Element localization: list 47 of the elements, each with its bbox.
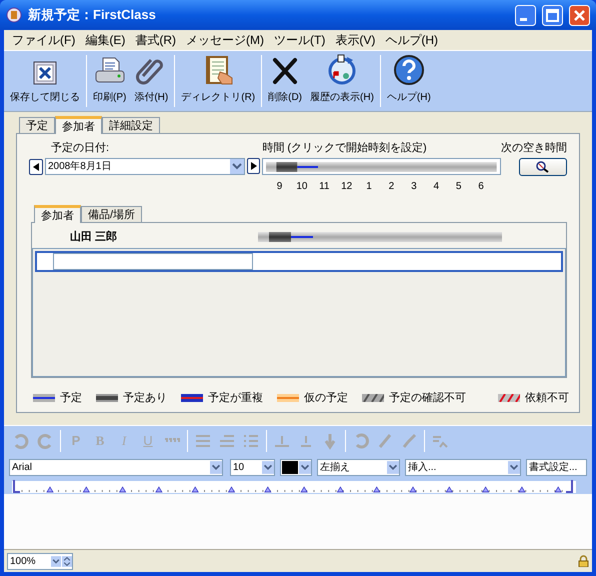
menu-item[interactable]: ツール(T)	[269, 31, 330, 49]
tab[interactable]: 備品/場所	[81, 206, 142, 222]
hour-label: 2	[388, 180, 396, 194]
legend-label: 予定あり	[123, 390, 167, 406]
tab[interactable]: 参加者	[34, 205, 81, 223]
font-dropdown[interactable]: Arial	[9, 458, 223, 476]
toolbar-button[interactable]: 添付(H)	[130, 51, 172, 111]
style-dropdown[interactable]: 書式設定...	[526, 458, 587, 476]
tab[interactable]: 予定	[19, 117, 55, 133]
tab[interactable]: 詳細設定	[102, 117, 160, 133]
toolbar-button[interactable]: 印刷(P)	[89, 51, 130, 111]
tab[interactable]: 参加者	[55, 116, 102, 134]
toolbar-button[interactable]: ディレクトリ(R)	[177, 51, 260, 111]
hour-label: 4	[432, 180, 440, 194]
window-title: 新規予定：FirstClass	[28, 6, 157, 24]
toolbar-button[interactable]: 履歴の表示(H)	[306, 51, 378, 111]
legend-label: 依頼不可	[525, 391, 569, 406]
menu-item[interactable]: ファイル(F)	[7, 31, 80, 49]
hour-label: 6	[477, 180, 485, 194]
date-label: 予定の日付:	[50, 140, 110, 154]
hour-label: 1	[365, 180, 373, 194]
zoom-field[interactable]: 100%	[7, 552, 73, 570]
menu-item[interactable]: ヘルプ(H)	[380, 31, 443, 49]
menu-item[interactable]: 書式(R)	[130, 31, 181, 49]
menu-item[interactable]: 編集(E)	[80, 31, 130, 49]
toolbar-button[interactable]: ヘルプ(H)	[382, 51, 435, 111]
legend-label: 予定が重複	[208, 390, 263, 406]
time-label: 時間 (クリックで開始時刻を設定)	[262, 140, 428, 154]
next-free-time-label: 次の空き時間	[501, 140, 567, 154]
menu-item[interactable]: 表示(V)	[330, 31, 380, 49]
hour-label: 12	[340, 180, 354, 194]
legend-label: 仮の予定	[304, 390, 348, 406]
legend-label: 予定の確認不可	[389, 390, 466, 406]
toolbar-button[interactable]: 保存して閉じる	[6, 51, 84, 111]
size-dropdown[interactable]: 10	[230, 458, 275, 476]
legend-label: 予定	[60, 390, 82, 406]
hour-label: 9	[276, 180, 284, 194]
hour-label: 10	[295, 180, 308, 194]
hour-label: 11	[318, 180, 330, 194]
attendee-name: 山田 三郎	[69, 230, 118, 245]
alignment-dropdown[interactable]: 左揃え	[317, 458, 400, 476]
insert-dropdown[interactable]: 挿入...	[405, 458, 521, 476]
hour-label: 5	[454, 180, 462, 194]
date-dropdown[interactable]: 2008年8月1日	[45, 158, 245, 175]
hour-label: 3	[410, 180, 418, 194]
toolbar-button[interactable]: 削除(D)	[264, 51, 306, 111]
menu-item[interactable]: メッセージ(M)	[181, 31, 269, 49]
